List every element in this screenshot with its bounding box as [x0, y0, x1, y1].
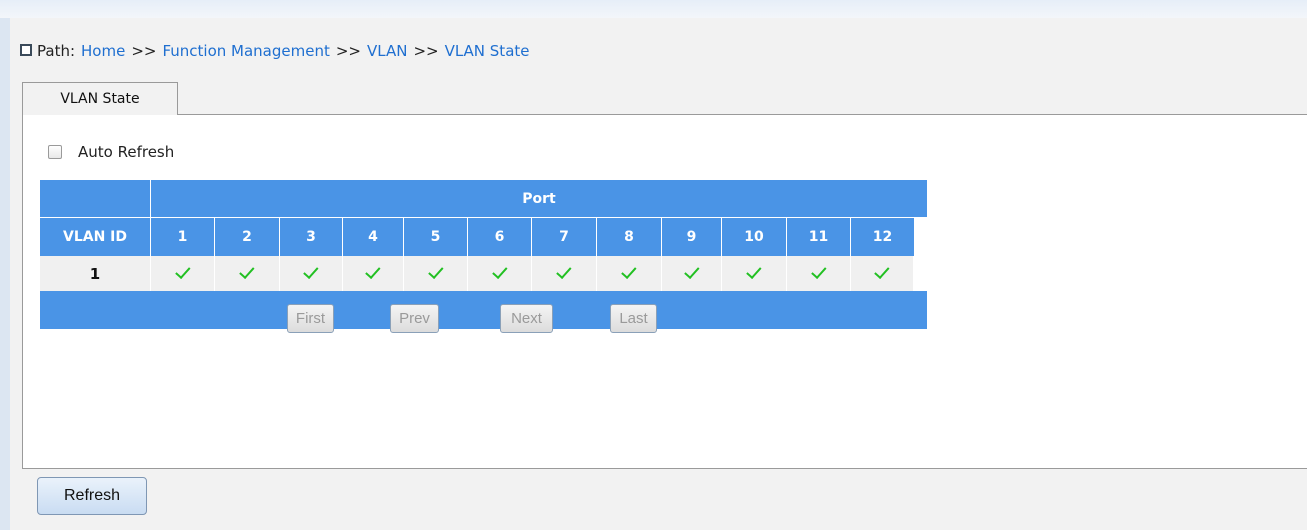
- port-header-8: 8: [597, 218, 662, 256]
- last-page-button[interactable]: Last: [610, 304, 657, 333]
- breadcrumb: Path: Home >> Function Management >> VLA…: [20, 40, 530, 62]
- port-header-2: 2: [215, 218, 280, 256]
- table-header-row: VLAN ID 1 2 3 4 5 6 7 8 9 10 11 12: [40, 217, 927, 256]
- vlan-id-cell: 1: [40, 256, 151, 291]
- auto-refresh-control: Auto Refresh: [48, 140, 174, 164]
- first-page-button[interactable]: First: [287, 304, 334, 333]
- port-member-cell: [662, 256, 722, 291]
- port-header-10: 10: [722, 218, 787, 256]
- port-member-cell: [532, 256, 597, 291]
- breadcrumb-link-vlan[interactable]: VLAN: [367, 42, 407, 60]
- check-icon: [746, 262, 762, 279]
- tab-vlan-state[interactable]: VLAN State: [22, 82, 178, 115]
- check-icon: [683, 262, 700, 279]
- check-icon: [621, 262, 637, 279]
- check-icon: [491, 262, 508, 279]
- vlan-state-table: Port VLAN ID 1 2 3 4 5 6 7 8 9 10 11 12 1 First Pre…: [40, 180, 927, 333]
- check-icon: [427, 262, 444, 279]
- port-header-7: 7: [532, 218, 597, 256]
- port-member-cell: [215, 256, 280, 291]
- port-header-6: 6: [468, 218, 532, 256]
- prev-page-button[interactable]: Prev: [390, 304, 439, 333]
- breadcrumb-square-icon: [20, 44, 32, 56]
- port-member-cell: [597, 256, 662, 291]
- port-header-1: 1: [151, 218, 215, 256]
- top-bar: [0, 0, 1307, 18]
- port-member-cell: [343, 256, 404, 291]
- table-group-header-row: Port: [40, 180, 927, 217]
- tab-strip-line: [22, 114, 1307, 115]
- port-header-11: 11: [787, 218, 851, 256]
- breadcrumb-link-vlan-state[interactable]: VLAN State: [445, 42, 530, 60]
- breadcrumb-separator: >>: [413, 42, 439, 60]
- port-member-cell: [151, 256, 215, 291]
- port-member-cell: [722, 256, 787, 291]
- auto-refresh-label: Auto Refresh: [78, 143, 175, 161]
- port-member-cell: [404, 256, 468, 291]
- breadcrumb-prefix: Path:: [37, 42, 76, 60]
- port-header-5: 5: [404, 218, 468, 256]
- auto-refresh-checkbox[interactable]: [48, 145, 62, 159]
- port-header-9: 9: [662, 218, 722, 256]
- check-icon: [174, 262, 191, 279]
- table-row: 1: [40, 256, 927, 291]
- port-member-cell: [851, 256, 914, 291]
- left-edge: [0, 18, 10, 530]
- next-page-button[interactable]: Next: [500, 304, 553, 333]
- check-icon: [810, 262, 827, 279]
- check-icon: [365, 262, 381, 279]
- breadcrumb-separator: >>: [131, 42, 157, 60]
- port-member-cell: [468, 256, 532, 291]
- check-icon: [556, 262, 572, 279]
- pager-bar: [40, 291, 927, 329]
- check-icon: [303, 262, 319, 279]
- breadcrumb-link-home[interactable]: Home: [81, 42, 125, 60]
- breadcrumb-link-function-management[interactable]: Function Management: [162, 42, 329, 60]
- port-header-3: 3: [280, 218, 343, 256]
- vlan-id-header: VLAN ID: [40, 218, 151, 256]
- check-icon: [239, 262, 255, 279]
- port-member-cell: [787, 256, 851, 291]
- port-header-4: 4: [343, 218, 404, 256]
- breadcrumb-separator: >>: [335, 42, 361, 60]
- refresh-button[interactable]: Refresh: [37, 477, 147, 515]
- port-header-12: 12: [851, 218, 914, 256]
- check-icon: [874, 262, 890, 279]
- port-group-header: Port: [151, 180, 927, 217]
- port-member-cell: [280, 256, 343, 291]
- table-header-blank: [40, 180, 151, 217]
